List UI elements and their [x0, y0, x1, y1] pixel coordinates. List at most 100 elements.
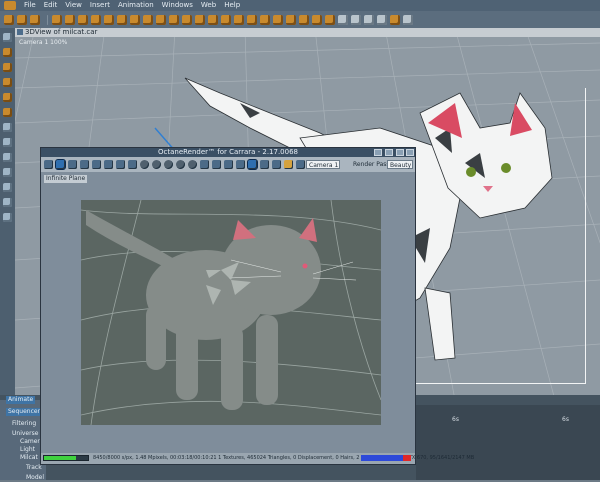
tree-universe[interactable]: Universe [12, 430, 38, 438]
play-icon[interactable] [176, 160, 185, 169]
export-icon[interactable] [128, 160, 137, 169]
viewport-icon[interactable] [55, 159, 66, 170]
toolbar-divider [47, 14, 48, 25]
menu-insert[interactable]: Insert [86, 0, 114, 11]
tree-track[interactable]: Track [26, 464, 42, 472]
zoom-icon[interactable] [260, 160, 269, 169]
menu-file[interactable]: File [20, 0, 40, 11]
pause-icon[interactable] [164, 160, 173, 169]
plant-icon[interactable] [234, 14, 244, 25]
paint-tool-icon[interactable] [3, 108, 12, 117]
plane-icon[interactable] [143, 14, 153, 25]
scale-tool-icon[interactable] [52, 14, 62, 25]
folder-icon[interactable] [68, 160, 77, 169]
menu-animation[interactable]: Animation [114, 0, 158, 11]
camera-icon[interactable] [65, 14, 75, 25]
image-icon[interactable] [92, 160, 101, 169]
pin-icon[interactable] [374, 149, 382, 156]
cube-tool-icon[interactable] [3, 183, 12, 192]
rotate-tool-icon[interactable] [3, 63, 12, 72]
gpu-memory-used [403, 455, 411, 461]
track-tool-icon[interactable] [3, 168, 12, 177]
menu-edit[interactable]: Edit [40, 0, 62, 11]
timeline[interactable]: 6s 6s [416, 405, 600, 480]
tree-light[interactable]: Light [20, 446, 35, 454]
tree-milcat[interactable]: Milcat [20, 454, 38, 462]
camera-label: Camera 1 100% [19, 39, 68, 46]
camera-view-icon[interactable] [296, 160, 305, 169]
group-icon[interactable] [299, 14, 309, 25]
tab-animate[interactable]: Animate [6, 396, 36, 404]
refresh-icon[interactable] [284, 160, 293, 169]
zoom-tool-icon[interactable] [3, 213, 12, 222]
render-status-text: 8450/8000 s/px, 1.48 Mpixels, 00:03:18/0… [93, 455, 475, 461]
settings-icon[interactable] [44, 160, 53, 169]
cube-icon[interactable] [104, 14, 114, 25]
copy-icon[interactable] [116, 160, 125, 169]
tree-filtering[interactable]: Filtering [12, 420, 36, 428]
orbit-tool-icon[interactable] [3, 153, 12, 162]
restart-icon[interactable] [152, 160, 161, 169]
menu-help[interactable]: Help [220, 0, 244, 11]
render-pass-select[interactable]: Beauty [387, 160, 413, 169]
cone-icon[interactable] [117, 14, 127, 25]
sphere-shading-icon[interactable] [351, 14, 361, 25]
gear-icon[interactable] [390, 14, 400, 25]
move-tool-icon[interactable] [17, 14, 27, 25]
menu-windows[interactable]: Windows [158, 0, 197, 11]
tab-sequencer[interactable]: Sequencer [6, 408, 43, 416]
metaball-icon[interactable] [208, 14, 218, 25]
text-icon[interactable] [169, 14, 179, 25]
cloud-icon[interactable] [260, 14, 270, 25]
figure-icon[interactable] [286, 14, 296, 25]
rotate-tool-icon[interactable] [30, 14, 40, 25]
carrara-logo-icon [4, 1, 16, 10]
arrow-tool-icon[interactable] [3, 33, 12, 42]
cylinder-icon[interactable] [130, 14, 140, 25]
menu-view[interactable]: View [61, 0, 86, 11]
fire-icon[interactable] [247, 14, 257, 25]
save-icon[interactable] [80, 160, 89, 169]
octane-render-window: OctaneRender™ for Carrara - 2.17.0068 Ca… [40, 147, 474, 465]
spline-icon[interactable] [182, 14, 192, 25]
view-icon [17, 29, 23, 35]
torus-icon[interactable] [156, 14, 166, 25]
camera-select[interactable]: Camera 1 [306, 160, 340, 169]
target-icon[interactable] [312, 14, 322, 25]
scale-tool-icon[interactable] [3, 78, 12, 87]
pan-icon[interactable] [272, 160, 281, 169]
tree-model[interactable]: Model [26, 474, 44, 482]
restore-icon[interactable] [385, 149, 393, 156]
maximize-icon[interactable] [396, 149, 404, 156]
menu-web[interactable]: Web [197, 0, 220, 11]
white-balance-icon[interactable] [236, 160, 245, 169]
render-viewport[interactable] [81, 200, 381, 425]
dolly-tool-icon[interactable] [3, 138, 12, 147]
main-toolbar [0, 11, 600, 28]
move-tool-icon[interactable] [3, 48, 12, 57]
record-icon[interactable] [188, 160, 197, 169]
light-icon[interactable] [78, 14, 88, 25]
select-tool-icon[interactable] [4, 14, 14, 25]
layers-icon[interactable] [104, 160, 113, 169]
link-tool-icon[interactable] [3, 93, 12, 102]
lock-icon[interactable] [200, 160, 209, 169]
pick-focus-icon[interactable] [247, 159, 258, 170]
octane-title-bar[interactable]: OctaneRender™ for Carrara - 2.17.0068 [41, 148, 415, 157]
hand-tool-icon[interactable] [3, 198, 12, 207]
stop-icon[interactable] [140, 160, 149, 169]
region-icon[interactable] [212, 160, 221, 169]
bone-icon[interactable] [325, 14, 335, 25]
ocean-icon[interactable] [273, 14, 283, 25]
close-icon[interactable] [406, 149, 414, 156]
sphere-icon[interactable] [91, 14, 101, 25]
fog-icon[interactable] [377, 14, 387, 25]
grid-icon[interactable] [338, 14, 348, 25]
brush-icon[interactable] [403, 14, 413, 25]
vertex-icon[interactable] [195, 14, 205, 25]
focus-icon[interactable] [224, 160, 233, 169]
eye-icon[interactable] [364, 14, 374, 25]
terrain-icon[interactable] [221, 14, 231, 25]
octane-status-bar: 8450/8000 s/px, 1.48 Mpixels, 00:03:18/0… [41, 453, 474, 464]
pan-tool-icon[interactable] [3, 123, 12, 132]
